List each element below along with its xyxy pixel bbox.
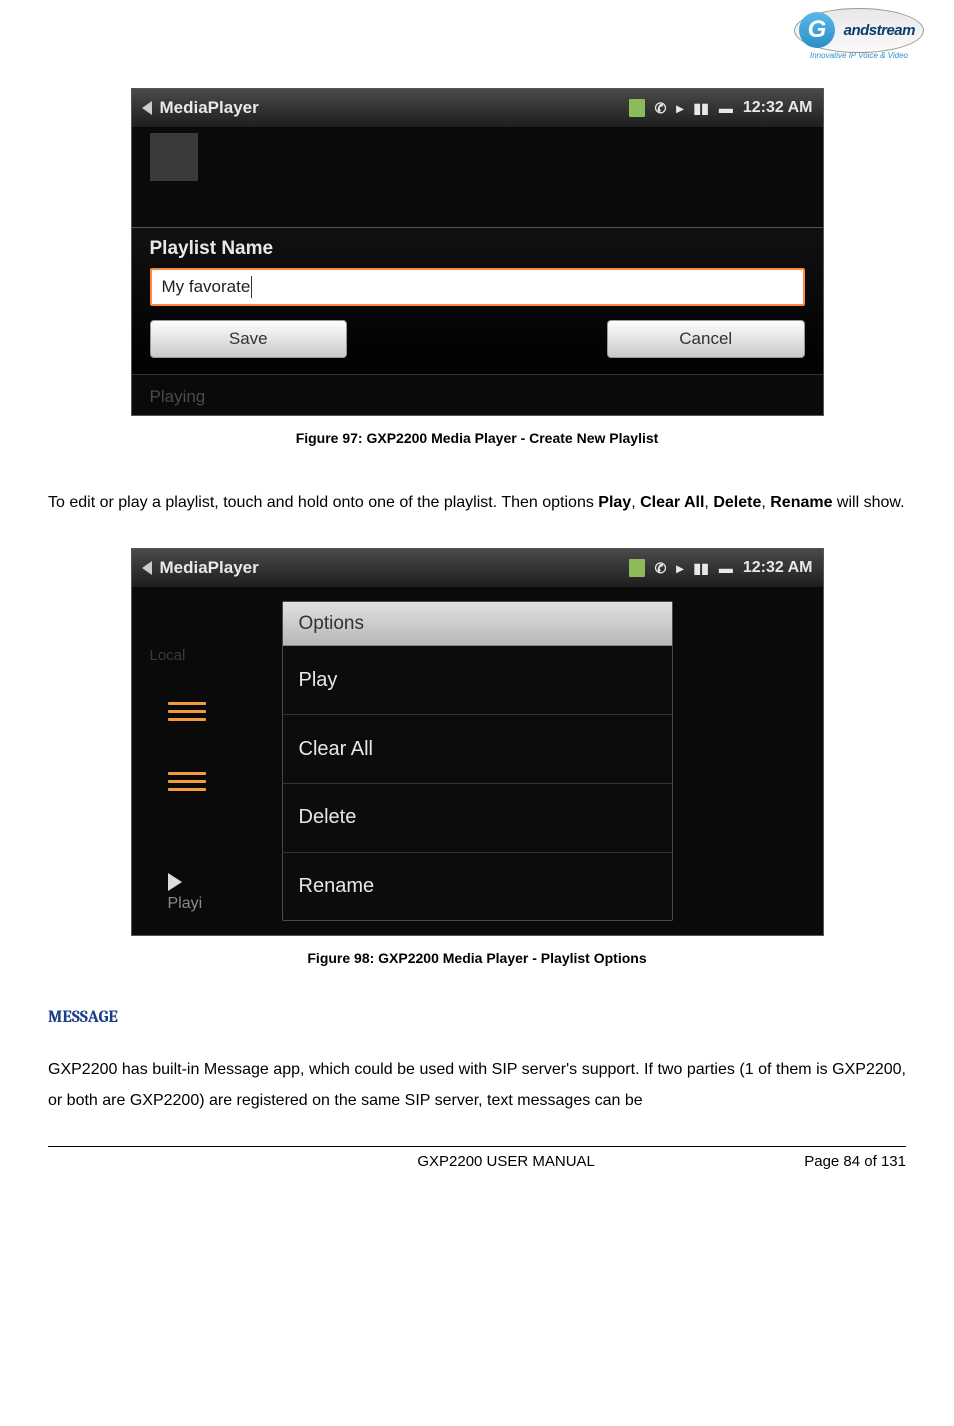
phone-icon-2: ✆ [655,560,667,577]
text-cursor-icon [251,276,252,298]
footer-title: GXP2200 USER MANUAL [208,1153,804,1170]
play-icon [168,873,182,891]
logo-brand-text: andstream [844,22,915,39]
menu-item-play[interactable]: Play [283,646,672,715]
statusbar-2: MediaPlayer ✆ ▸ ▮▮ ▬ 12:32 AM [132,549,823,587]
side-play-label: Playi [168,895,203,913]
album-tile-icon [150,133,198,181]
playlist-name-input[interactable]: My favorate [150,268,805,306]
clock-text-2: 12:32 AM [743,559,813,577]
playlist-name-value: My favorate [162,277,251,297]
app-title-2: MediaPlayer [160,558,259,578]
para1-post: will show. [832,494,904,511]
options-menu: Options Play Clear All Delete Rename [282,601,673,921]
cancel-button[interactable]: Cancel [607,320,805,358]
opt-rename: Rename [770,494,832,511]
clock-text: 12:32 AM [743,99,813,117]
screenshot-create-playlist: MediaPlayer ✆ ▸ ▮▮ ▬ 12:32 AM Playlist N… [131,88,824,416]
para1-pre: To edit or play a playlist, touch and ho… [48,494,598,511]
message-heading: MESSAGE [48,1008,906,1027]
create-playlist-panel: Playlist Name My favorate Save Cancel [132,227,823,375]
card-icon [629,99,645,117]
battery-icon-2: ▬ [719,560,733,576]
signal-icon-2: ▮▮ [693,560,708,577]
opt-delete: Delete [713,494,761,511]
menu-item-clear-all[interactable]: Clear All [283,715,672,784]
signal-icon: ▮▮ [693,100,708,117]
message-paragraph: GXP2200 has built-in Message app, which … [48,1055,906,1116]
statusbar: MediaPlayer ✆ ▸ ▮▮ ▬ 12:32 AM [132,89,823,127]
playing-label: Playing [150,387,206,407]
side-local-label: Local [150,647,186,664]
footer-page: Page 84 of 131 [804,1153,906,1170]
opt-clearall: Clear All [640,494,704,511]
figure-98-caption: Figure 98: GXP2200 Media Player - Playli… [48,950,906,966]
save-button[interactable]: Save [150,320,348,358]
app-title: MediaPlayer [160,98,259,118]
edit-playlist-paragraph: To edit or play a playlist, touch and ho… [48,488,906,518]
logo-g-icon: G [799,12,835,48]
list-lines-icon-2 [168,767,206,796]
dot-icon-2: ▸ [676,560,683,577]
back-icon [142,101,152,115]
side-play-group: Playi [168,873,203,913]
brand-logo: G andstream Innovative IP Voice & Video [794,8,924,60]
menu-item-delete[interactable]: Delete [283,784,672,853]
back-icon-2 [142,561,152,575]
phone-icon: ✆ [655,100,667,117]
battery-icon: ▬ [719,100,733,116]
figure-97-caption: Figure 97: GXP2200 Media Player - Create… [48,430,906,446]
menu-item-rename[interactable]: Rename [283,853,672,921]
list-lines-icon [168,697,206,726]
logo-oval: G andstream [794,8,924,53]
card-icon-2 [629,559,645,577]
screenshot-playlist-options: MediaPlayer ✆ ▸ ▮▮ ▬ 12:32 AM Local Play… [131,548,824,936]
opt-play: Play [598,494,631,511]
page-footer: GXP2200 USER MANUAL Page 84 of 131 [48,1146,906,1170]
playlist-name-label: Playlist Name [150,238,805,260]
dot-icon: ▸ [676,100,683,117]
options-menu-header: Options [283,602,672,646]
